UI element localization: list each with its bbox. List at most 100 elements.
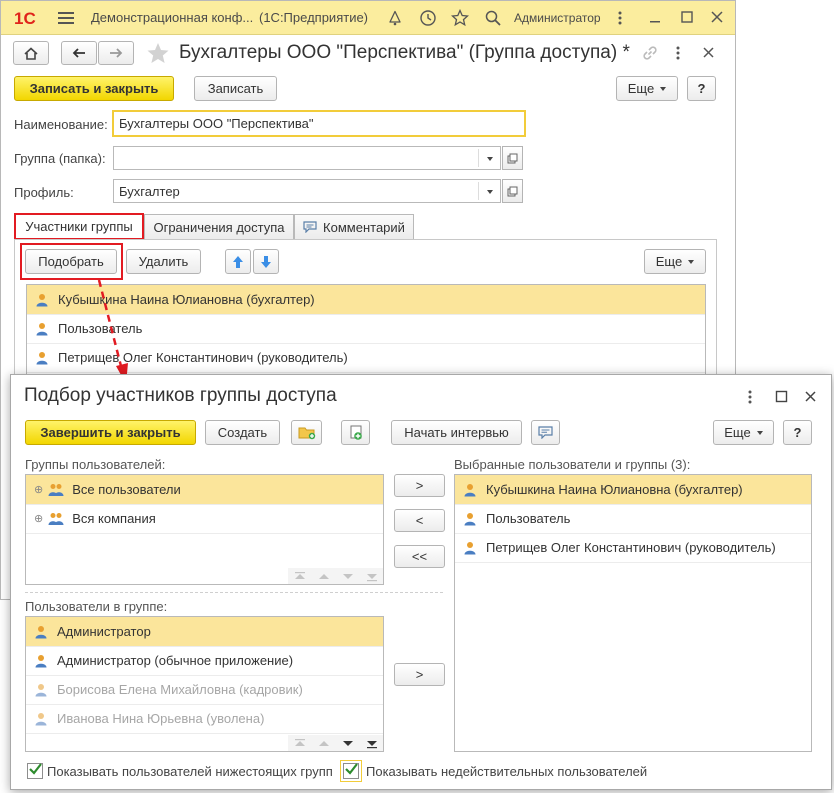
dialog-menu-icon[interactable]	[748, 390, 752, 404]
open-icon	[507, 153, 518, 163]
members-more-button[interactable]: Еще	[644, 249, 706, 274]
history-icon[interactable]	[419, 9, 437, 27]
user-icon	[36, 322, 48, 335]
finish-and-close-button[interactable]: Завершить и закрыть	[25, 420, 196, 445]
list-item[interactable]: Администратор	[26, 617, 383, 647]
minimize-icon[interactable]	[648, 10, 662, 24]
scroll-top-icon[interactable]	[288, 568, 312, 585]
tab-label: Участники группы	[25, 219, 133, 234]
inactive-user-icon	[35, 712, 47, 725]
user-group-icon	[48, 483, 64, 496]
dropdown-arrow-icon[interactable]	[487, 157, 493, 161]
arrow-down-icon	[261, 255, 271, 268]
save-button[interactable]: Записать	[194, 76, 277, 101]
dialog-help-button[interactable]: ?	[783, 420, 812, 445]
profile-open-button[interactable]	[502, 179, 523, 203]
help-button[interactable]: ?	[687, 76, 716, 101]
scroll-down-icon[interactable]	[336, 568, 360, 585]
checkmark-icon	[345, 763, 358, 775]
selected-list[interactable]: Кубышкина Наина Юлиановна (бухгалтер) По…	[454, 474, 812, 752]
close-icon[interactable]	[710, 10, 724, 24]
user-name[interactable]: Администратор	[514, 11, 601, 25]
dialog-more-button[interactable]: Еще	[713, 420, 774, 445]
more-label: Еще	[627, 81, 655, 96]
user-icon	[464, 512, 476, 525]
tab-group-members[interactable]: Участники группы	[14, 213, 144, 240]
list-item[interactable]: Борисова Елена Михайловна (кадровик)	[26, 675, 383, 705]
tab-label: Комментарий	[323, 219, 405, 235]
list-item[interactable]: ⊕ Вся компания	[26, 504, 383, 534]
maximize-icon[interactable]	[680, 10, 694, 24]
checkbox-box[interactable]	[343, 763, 359, 779]
groups-label: Группы пользователей:	[25, 457, 166, 472]
add-button[interactable]: >	[394, 474, 445, 497]
message-button[interactable]	[531, 420, 560, 445]
bell-icon[interactable]	[387, 10, 403, 26]
show-subgroups-checkbox[interactable]: Показывать пользователей нижестоящих гру…	[27, 763, 333, 779]
pick-dialog: Подбор участников группы доступа Заверши…	[10, 374, 832, 790]
expand-icon[interactable]: ⊕	[34, 483, 43, 496]
group-open-button[interactable]	[502, 146, 523, 170]
scroll-bottom-icon[interactable]	[360, 568, 384, 585]
name-field[interactable]: Бухгалтеры ООО "Перспектива"	[112, 110, 526, 137]
more-button[interactable]: Еще	[616, 76, 678, 101]
move-up-button[interactable]	[225, 249, 251, 274]
profile-field[interactable]: Бухгалтер	[113, 179, 501, 203]
favorites-icon[interactable]	[451, 9, 469, 27]
users-scroll-bar[interactable]	[288, 735, 384, 752]
groups-scroll-bar[interactable]	[288, 568, 384, 585]
start-interview-button[interactable]: Начать интервью	[391, 420, 522, 445]
move-down-button[interactable]	[253, 249, 279, 274]
show-inactive-checkbox[interactable]: Показывать недействительных пользователе…	[340, 760, 647, 782]
scroll-top-icon[interactable]	[288, 735, 312, 752]
window-menu-icon[interactable]	[618, 11, 622, 25]
title-bar: 1С Демонстрационная конф... (1С:Предприя…	[1, 1, 735, 35]
dropdown-arrow-icon[interactable]	[487, 190, 493, 194]
menu-icon[interactable]	[58, 11, 74, 25]
form-close-icon[interactable]	[702, 46, 715, 59]
scroll-down-icon[interactable]	[336, 735, 360, 752]
save-and-close-button[interactable]: Записать и закрыть	[14, 76, 174, 101]
list-item[interactable]: Петрищев Олег Константинович (руководите…	[455, 533, 811, 563]
group-label: Группа (папка):	[14, 151, 106, 166]
list-item[interactable]: Администратор (обычное приложение)	[26, 646, 383, 676]
form-menu-icon[interactable]	[676, 46, 680, 60]
user-icon	[35, 654, 47, 667]
create-folder-button[interactable]	[291, 420, 322, 445]
forward-button[interactable]	[98, 41, 134, 65]
comment-icon	[303, 221, 317, 233]
remove-button[interactable]: <	[394, 509, 445, 532]
favorite-star-icon[interactable]	[146, 42, 170, 64]
remove-all-button[interactable]: <<	[394, 545, 445, 568]
back-button[interactable]	[61, 41, 97, 65]
checkbox-box[interactable]	[27, 763, 43, 779]
expand-icon[interactable]: ⊕	[34, 512, 43, 525]
scroll-bottom-icon[interactable]	[360, 735, 384, 752]
checkmark-icon	[29, 763, 42, 775]
home-button[interactable]	[13, 41, 49, 65]
add-users-button[interactable]: >	[394, 663, 445, 686]
scroll-up-icon[interactable]	[312, 568, 336, 585]
scroll-up-icon[interactable]	[312, 735, 336, 752]
create-button[interactable]: Создать	[205, 420, 280, 445]
chevron-down-icon	[756, 430, 763, 435]
group-field[interactable]	[113, 146, 501, 170]
dialog-maximize-icon[interactable]	[775, 390, 788, 403]
divider[interactable]	[25, 592, 443, 593]
delete-button[interactable]: Удалить	[126, 249, 201, 274]
pick-button[interactable]: Подобрать	[25, 249, 117, 274]
list-item[interactable]: Кубышкина Наина Юлиановна (бухгалтер)	[455, 475, 811, 505]
copy-button[interactable]	[341, 420, 370, 445]
dialog-close-icon[interactable]	[804, 390, 817, 403]
list-item[interactable]: ⊕ Все пользователи	[26, 475, 383, 505]
tab-label: Ограничения доступа	[153, 219, 285, 235]
tab-access-restrictions[interactable]: Ограничения доступа	[144, 214, 294, 239]
link-icon[interactable]	[641, 44, 659, 62]
search-icon[interactable]	[485, 10, 501, 26]
list-item[interactable]: Пользователь	[455, 504, 811, 534]
tab-comment[interactable]: Комментарий	[294, 214, 414, 239]
users-list[interactable]: Администратор Администратор (обычное при…	[25, 616, 384, 752]
groups-list[interactable]: ⊕ Все пользователи ⊕ Вся компания	[25, 474, 384, 585]
copy-add-icon	[350, 425, 362, 440]
list-item[interactable]: Иванова Нина Юрьевна (уволена)	[26, 704, 383, 734]
